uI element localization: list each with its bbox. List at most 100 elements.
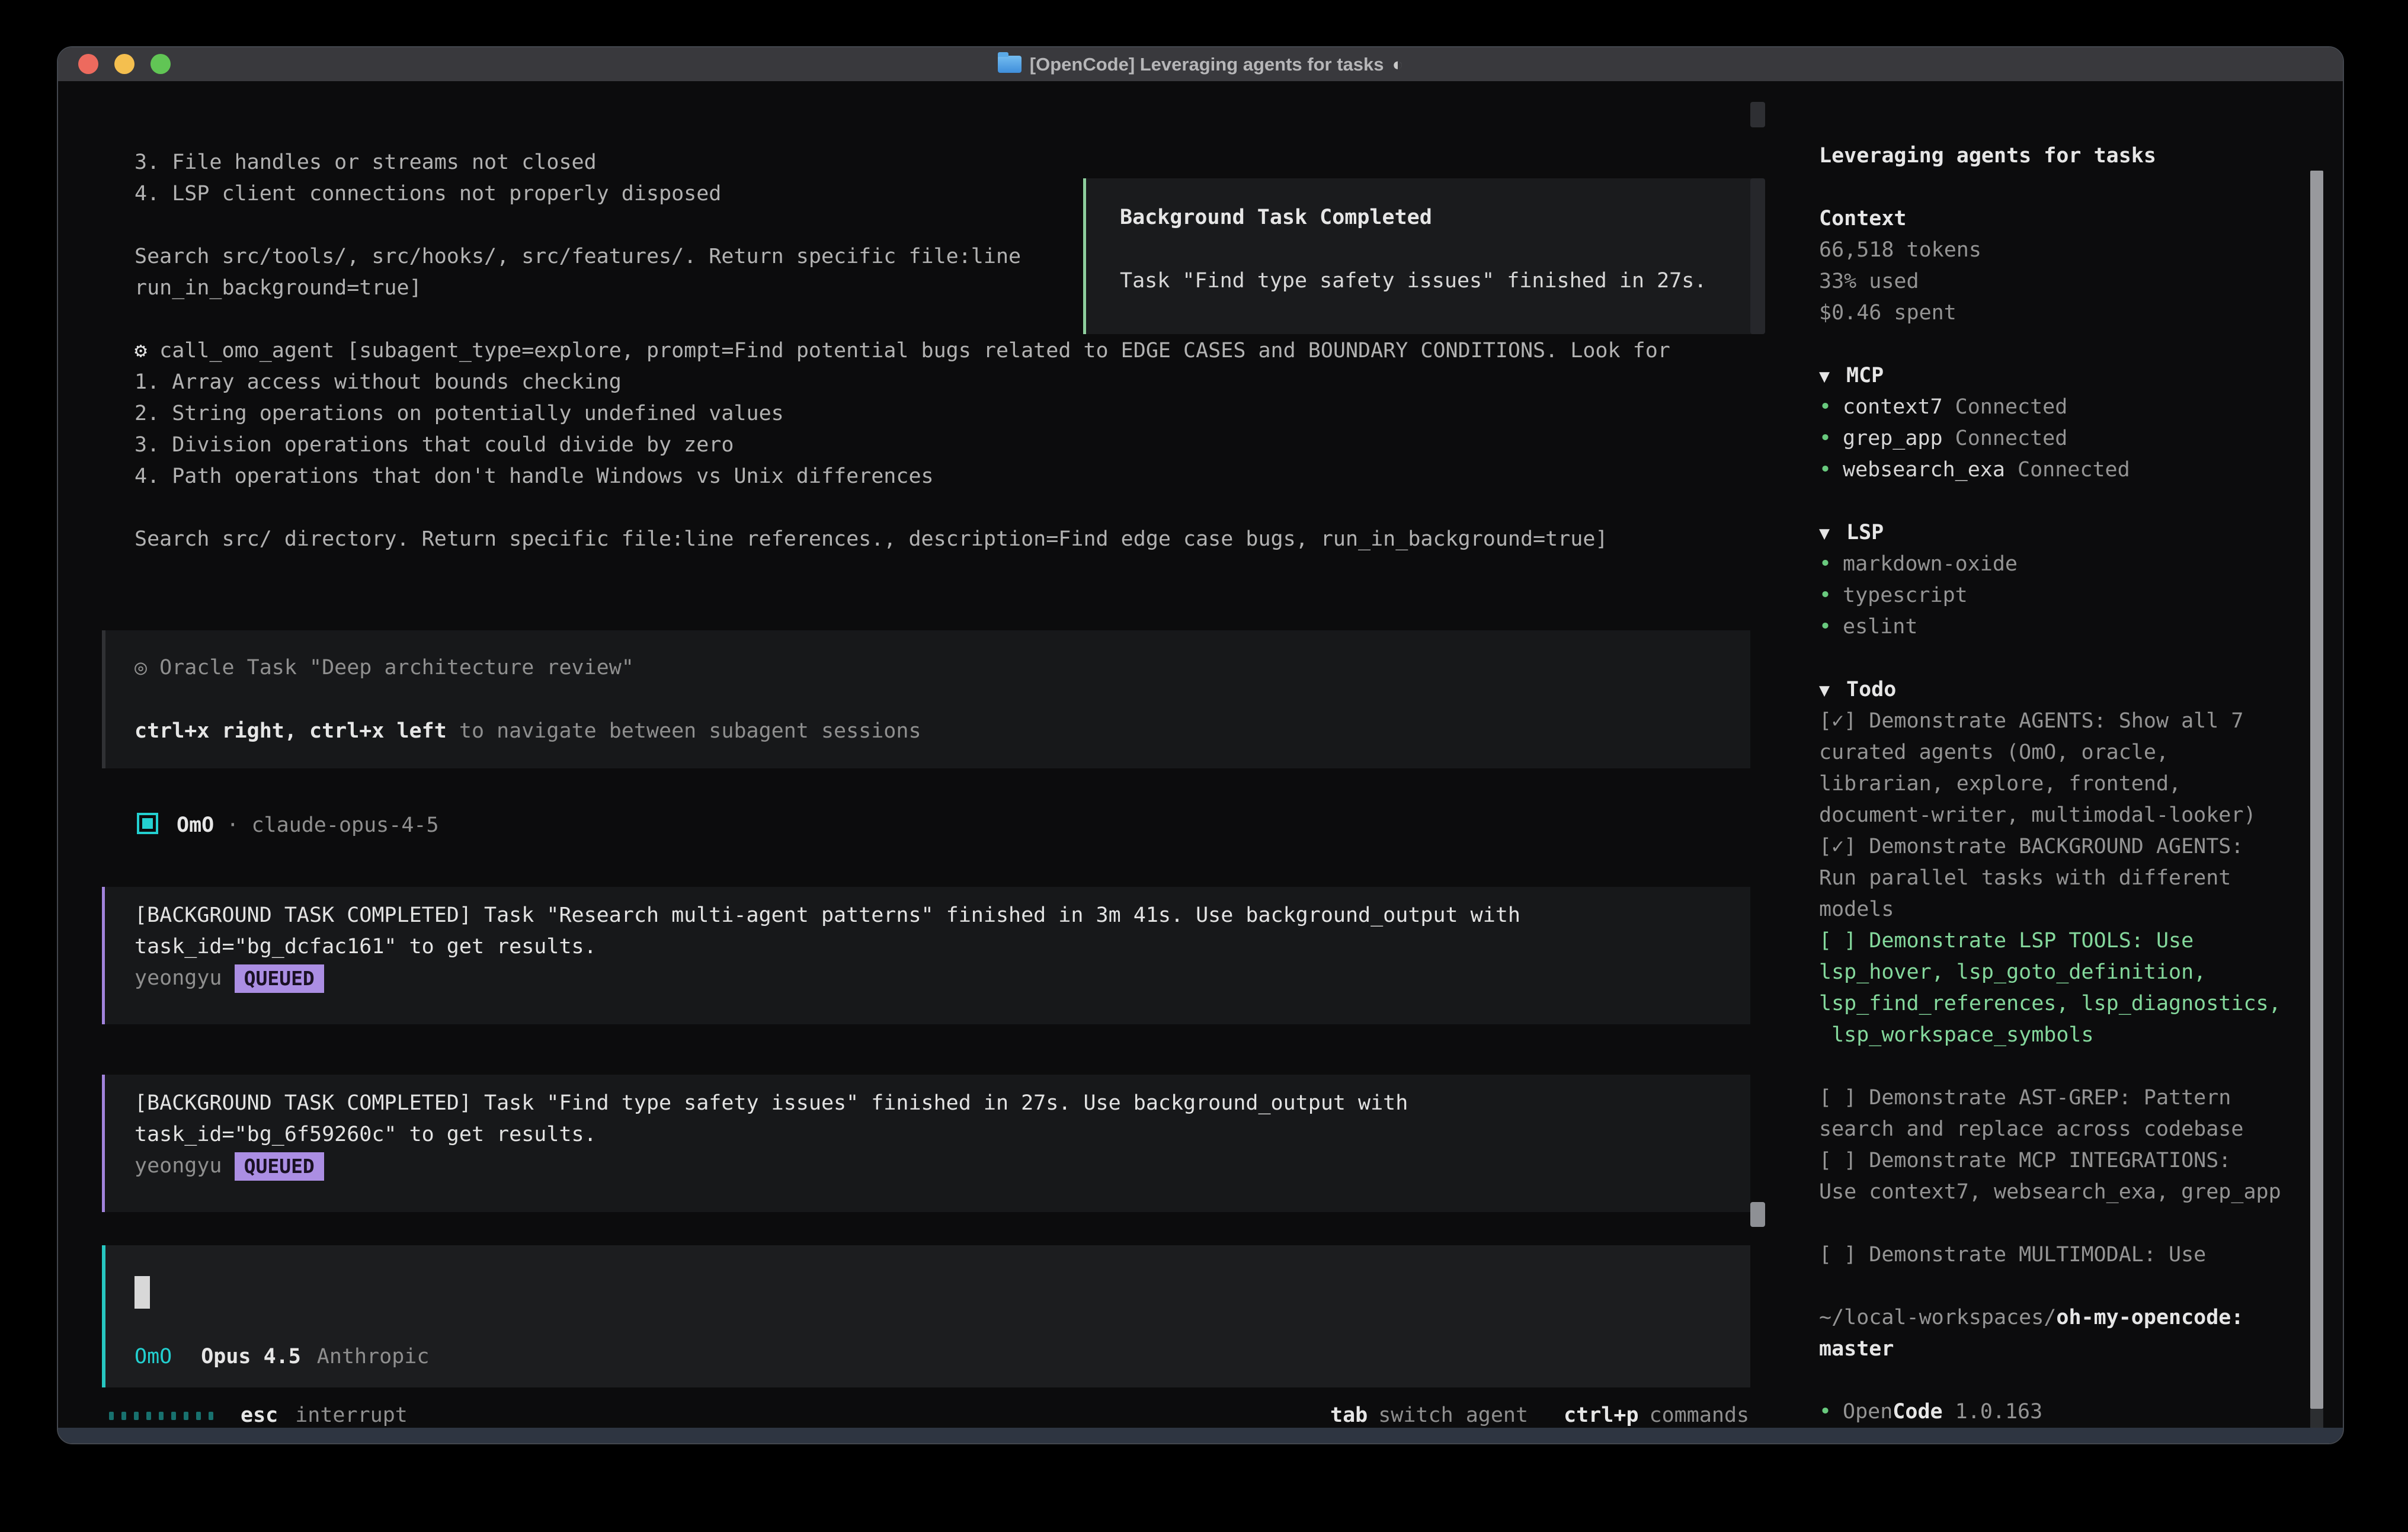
folder-icon: [998, 56, 1022, 73]
chat-line: run_in_background=true]: [135, 273, 422, 304]
sidebar-scrollbar-track[interactable]: [2310, 1409, 2323, 1428]
agent-model: claude-opus-4-5: [251, 813, 438, 837]
sidebar: Leveraging agents for tasks Context 66,5…: [1792, 140, 2325, 1428]
chevron-down-icon: ▼: [1819, 518, 1846, 549]
bullet-icon: •: [1819, 611, 1843, 643]
scrollbar-thumb[interactable]: [1750, 1202, 1765, 1227]
chat-line: 4. LSP client connections not properly d…: [135, 178, 721, 210]
bullet-icon: •: [1819, 1396, 1843, 1428]
text-cursor: [135, 1276, 150, 1309]
hint-rest: to navigate between subagent sessions: [447, 719, 921, 743]
hint-keys: ctrl+x right, ctrl+x left: [135, 719, 447, 743]
todo-section-header[interactable]: ▼Todo: [1819, 674, 2325, 706]
input-footer: OmO Opus 4.5 Anthropic: [135, 1341, 429, 1373]
bullet-icon: •: [1819, 392, 1843, 423]
cmd-key-hint: ctrl+p: [1564, 1403, 1638, 1427]
terminal-content: 3. File handles or streams not closed 4.…: [58, 81, 2343, 1428]
task-line1: [BACKGROUND TASK COMPLETED] Task "Find t…: [135, 1088, 1408, 1119]
shortcut-hints: tab switch agent ctrl+p commands: [1330, 1400, 1749, 1428]
app-version: •OpenCode 1.0.163: [1819, 1396, 2325, 1428]
status-badge: QUEUED: [235, 1152, 324, 1181]
gear-icon: ⚙: [135, 339, 147, 363]
mcp-item: •context7 Connected: [1819, 392, 2325, 423]
mcp-item: •grep_app Connected: [1819, 423, 2325, 454]
chat-line: 1. Array access without bounds checking: [135, 367, 622, 398]
todo-item-pending: [ ] Demonstrate AST-GREP: Pattern search…: [1819, 1082, 2325, 1145]
background-task-card: [BACKGROUND TASK COMPLETED] Task "Find t…: [102, 1075, 1750, 1212]
todo-item-pending: [ ] Demonstrate MULTIMODAL: Use: [1819, 1239, 2325, 1271]
bullet-icon: •: [1819, 580, 1843, 611]
chat-line: Search src/ directory. Return specific f…: [135, 524, 1608, 555]
window-title: [OpenCode] Leveraging agents for tasks: [1030, 54, 1384, 75]
chat-line: 3. File handles or streams not closed: [135, 147, 597, 178]
context-tokens: 66,518 tokens: [1819, 235, 2325, 266]
chevron-down-icon: ▼: [1819, 361, 1846, 392]
oracle-task-card: ◎ Oracle Task "Deep architecture review"…: [102, 630, 1750, 768]
lsp-section-header[interactable]: ▼LSP: [1819, 517, 2325, 549]
todo-item-done: [✓] Demonstrate AGENTS: Show all 7 curat…: [1819, 706, 2325, 831]
working-dots: [109, 1400, 213, 1428]
chat-line: 2. String operations on potentially unde…: [135, 398, 784, 430]
footer-provider: Anthropic: [317, 1345, 430, 1368]
mcp-section-header[interactable]: ▼MCP: [1819, 360, 2325, 392]
window-bottom-edge: [58, 1428, 2343, 1443]
background-task-toast[interactable]: Background Task Completed Task "Find typ…: [1083, 178, 1759, 334]
task-user: yeongyu: [135, 966, 222, 990]
chat-line: 4. Path operations that don't handle Win…: [135, 461, 934, 492]
todo-item-done: [✓] Demonstrate BACKGROUND AGENTS: Run p…: [1819, 831, 2325, 925]
tab-key-label: switch agent: [1378, 1403, 1528, 1427]
context-used: 33% used: [1819, 266, 2325, 297]
half-moon-icon: ◐: [1392, 54, 1404, 75]
scrollbar-track[interactable]: [1750, 178, 1765, 334]
traffic-lights: [78, 54, 171, 74]
title-bar[interactable]: [OpenCode] Leveraging agents for tasks ◐: [58, 47, 2343, 81]
toast-body: Task "Find type safety issues" finished …: [1120, 265, 1706, 297]
lsp-item: •typescript: [1819, 580, 2325, 611]
mcp-item: •websearch_exa Connected: [1819, 454, 2325, 486]
session-title: Leveraging agents for tasks: [1819, 140, 2325, 172]
context-spent: $0.46 spent: [1819, 297, 2325, 329]
git-branch: master: [1819, 1334, 2325, 1365]
agent-call-line: ⚙ call_omo_agent [subagent_type=explore,…: [135, 335, 1670, 367]
minimize-button[interactable]: [114, 54, 135, 74]
task-meta: yeongyu QUEUED: [135, 1150, 324, 1182]
oracle-title: ◎ Oracle Task "Deep architecture review": [135, 652, 634, 684]
workspace-path: ~/local-workspaces/oh-my-opencode:: [1819, 1302, 2325, 1334]
task-meta: yeongyu QUEUED: [135, 963, 324, 994]
agent-avatar-icon: [137, 813, 158, 834]
status-badge: QUEUED: [235, 964, 324, 993]
prompt-input[interactable]: OmO Opus 4.5 Anthropic: [102, 1245, 1750, 1387]
background-task-card: [BACKGROUND TASK COMPLETED] Task "Resear…: [102, 887, 1750, 1024]
lsp-item: •markdown-oxide: [1819, 549, 2325, 580]
footer-model: Opus 4.5: [201, 1345, 301, 1368]
task-user: yeongyu: [135, 1154, 222, 1178]
task-line2: task_id="bg_dcfac161" to get results.: [135, 931, 597, 963]
chat-line: Search src/tools/, src/hooks/, src/featu…: [135, 241, 1021, 273]
task-line2: task_id="bg_6f59260c" to get results.: [135, 1119, 597, 1150]
close-button[interactable]: [78, 54, 98, 74]
cmd-key-label: commands: [1650, 1403, 1750, 1427]
lsp-item: •eslint: [1819, 611, 2325, 643]
todo-item-pending: [ ] Demonstrate MCP INTEGRATIONS: Use co…: [1819, 1145, 2325, 1208]
tab-key-hint: tab: [1330, 1403, 1368, 1427]
task-line1: [BACKGROUND TASK COMPLETED] Task "Resear…: [135, 900, 1520, 931]
oracle-hint: ctrl+x right, ctrl+x left to navigate be…: [135, 716, 921, 747]
scrollbar-segment[interactable]: [1750, 102, 1765, 127]
bullet-icon: •: [1819, 454, 1843, 486]
bullet-icon: •: [1819, 549, 1843, 580]
esc-key-label: interrupt: [295, 1400, 408, 1428]
separator-dot: ·: [226, 813, 239, 837]
chevron-down-icon: ▼: [1819, 675, 1846, 706]
todo-item-active: [ ] Demonstrate LSP TOOLS: Use lsp_hover…: [1819, 925, 2325, 1051]
sidebar-scrollbar-thumb[interactable]: [2310, 171, 2323, 1409]
toast-title: Background Task Completed: [1120, 202, 1432, 233]
agent-name: OmO: [177, 813, 214, 837]
maximize-button[interactable]: [150, 54, 171, 74]
chat-line: 3. Division operations that could divide…: [135, 430, 734, 461]
footer-agent: OmO: [135, 1345, 172, 1368]
esc-key-hint: esc: [241, 1400, 278, 1428]
app-window: [OpenCode] Leveraging agents for tasks ◐…: [57, 46, 2344, 1444]
bullet-icon: •: [1819, 423, 1843, 454]
bullseye-icon: ◎: [135, 656, 147, 680]
context-heading: Context: [1819, 203, 2325, 235]
